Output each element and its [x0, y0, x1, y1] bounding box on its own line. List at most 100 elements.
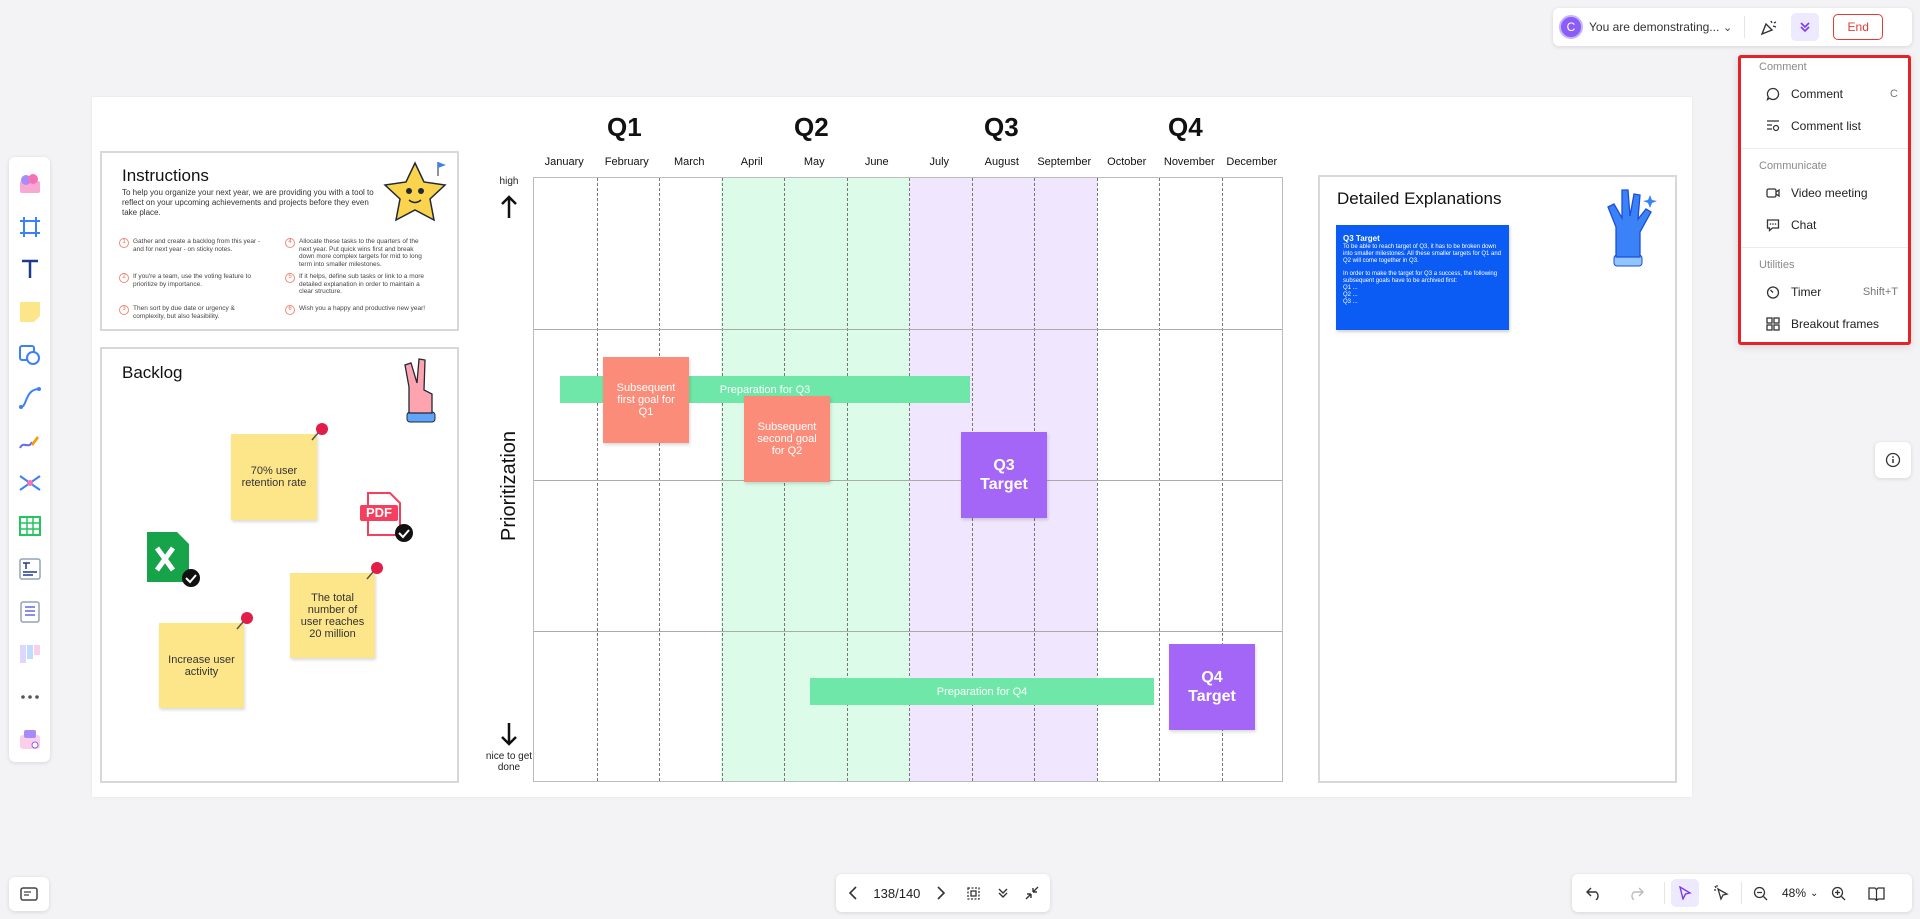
end-button[interactable]: End [1833, 14, 1884, 40]
menu-item-label: Chat [1791, 218, 1817, 232]
step-number: 6 [285, 305, 295, 315]
menu-item-chat[interactable]: Chat [1741, 209, 1908, 241]
instruction-step: 1 Gather and create a backlog from this y… [119, 238, 264, 253]
breakout-frames-icon [1765, 316, 1781, 332]
zoom-out-button[interactable] [1748, 886, 1772, 901]
instructions-panel: Instructions To help you organize your n… [100, 151, 459, 331]
q3-target-card[interactable]: Q3 Target To be able to reach target of … [1336, 225, 1509, 330]
fit-view-button[interactable] [964, 886, 983, 901]
menu-item-timer[interactable]: Timer Shift+T [1741, 276, 1908, 308]
info-icon [1885, 452, 1901, 468]
chevron-down-icon[interactable]: ⌄ [1810, 888, 1818, 899]
step-number: 5 [285, 273, 295, 283]
menu-section-comment: Comment [1759, 61, 1807, 73]
select-tool-button[interactable] [1671, 879, 1699, 907]
zoom-in-icon [1831, 886, 1846, 900]
presentation-status[interactable]: You are demonstrating... [1589, 20, 1719, 34]
shortcut-label: C [1890, 88, 1898, 100]
zoom-level[interactable]: 48% [1782, 886, 1806, 900]
frame-icon[interactable] [15, 213, 45, 241]
instructions-title: Instructions [122, 166, 209, 185]
zoom-toolbar: 48% ⌄ [1572, 874, 1912, 912]
step-number: 1 [119, 238, 129, 248]
laser-pointer-button[interactable] [1707, 885, 1735, 901]
left-toolbar [9, 157, 50, 762]
text-card-icon[interactable] [15, 555, 45, 583]
goal-sticky-note[interactable]: Subsequent first goal for Q1 [603, 357, 689, 443]
menu-item-video-meeting[interactable]: Video meeting [1741, 177, 1908, 209]
card-list-item: Q1 ... [1343, 285, 1358, 291]
board-info-icon [20, 887, 38, 901]
comment-list-icon [1765, 118, 1781, 134]
menu-item-label: Comment list [1791, 119, 1862, 133]
instruction-step: 4 Allocate these tasks to the quarters of… [285, 238, 430, 268]
table-icon[interactable] [15, 512, 45, 540]
month-label: October [1107, 156, 1147, 168]
exit-fullscreen-button[interactable] [1023, 886, 1042, 900]
menu-item-comment[interactable]: Comment C [1741, 78, 1908, 110]
shapes-icon[interactable] [15, 341, 45, 369]
backlog-sticky-note[interactable]: The total number of user reaches 20 mill… [290, 573, 375, 658]
target-sticky-note[interactable]: Q4 Target [1169, 644, 1255, 730]
redo-button[interactable] [1622, 886, 1650, 900]
target-sticky-note[interactable]: Q3 Target [961, 432, 1047, 518]
divider [1664, 882, 1665, 904]
peace-hand-icon [404, 358, 436, 423]
undo-button[interactable] [1580, 886, 1608, 900]
zoom-in-button[interactable] [1826, 886, 1850, 901]
preparation-q4-bar[interactable]: Preparation for Q4 [810, 678, 1154, 705]
connector-icon[interactable] [15, 384, 45, 412]
chevron-down-icon[interactable]: ⌄ [1723, 21, 1732, 34]
undo-icon [1586, 887, 1599, 900]
grid-row-line [534, 329, 1282, 330]
quarter-label: Q3 [984, 112, 1019, 142]
divider [1741, 148, 1908, 149]
celebrate-button[interactable] [1755, 13, 1783, 41]
avatar[interactable]: C [1559, 15, 1583, 39]
month-label: June [864, 156, 889, 168]
double-chevron-down-icon [998, 888, 1008, 898]
tools-menu: Comment Comment C Comment list Communica… [1738, 55, 1911, 345]
kanban-icon[interactable] [15, 641, 45, 669]
apps-icon[interactable] [15, 726, 45, 754]
month-label: December [1226, 156, 1278, 168]
month-label: February [604, 156, 649, 168]
goal-sticky-note[interactable]: Subsequent second goal for Q2 [744, 396, 830, 482]
menu-item-breakout-frames[interactable]: Breakout frames [1741, 308, 1908, 340]
page-navigation: 138/140 [836, 874, 1050, 912]
step-text: If it helps, define sub tasks or link to… [299, 273, 425, 295]
board-info-button[interactable] [9, 877, 49, 911]
instruction-step: 2 If you're a team, use the voting featur… [119, 273, 264, 288]
pdf-file-icon[interactable]: PDF [358, 491, 414, 543]
arrow-down-icon [501, 723, 517, 746]
pdf-label: PDF [366, 505, 392, 520]
instruction-step: 3 Then sort by due date or urgency & comp… [119, 305, 264, 320]
instruction-step: 6 Wish you a happy and productive new yea… [285, 305, 430, 315]
pin-icon [366, 562, 383, 580]
month-label: July [929, 156, 950, 168]
page-counter: 138/140 [873, 885, 921, 901]
menu-item-comment-list[interactable]: Comment list [1741, 110, 1908, 142]
grid-row-line [534, 631, 1282, 632]
text-icon[interactable] [15, 256, 45, 284]
axis-label: Prioritization [498, 430, 520, 541]
divider [1741, 882, 1742, 904]
collapse-toggle-button[interactable] [1791, 13, 1820, 41]
laser-pointer-icon [1714, 885, 1729, 901]
exit-fullscreen-icon [1025, 886, 1039, 900]
month-label: May [803, 156, 825, 168]
excel-file-icon[interactable] [145, 530, 201, 588]
backlog-sticky-note[interactable]: Increase user activity [159, 623, 244, 708]
collapse-button[interactable] [993, 887, 1012, 899]
mindmap-icon[interactable] [15, 469, 45, 497]
pen-icon[interactable] [15, 427, 45, 455]
prev-page-button[interactable] [844, 886, 862, 900]
map-button[interactable] [1864, 886, 1888, 901]
templates-icon[interactable] [15, 170, 45, 198]
sticky-note-icon[interactable] [15, 298, 45, 326]
list-icon[interactable] [15, 598, 45, 626]
more-icon[interactable] [15, 683, 45, 711]
backlog-sticky-note[interactable]: 70% user retention rate [231, 434, 317, 520]
next-page-button[interactable] [932, 886, 950, 900]
info-button[interactable] [1875, 442, 1911, 478]
